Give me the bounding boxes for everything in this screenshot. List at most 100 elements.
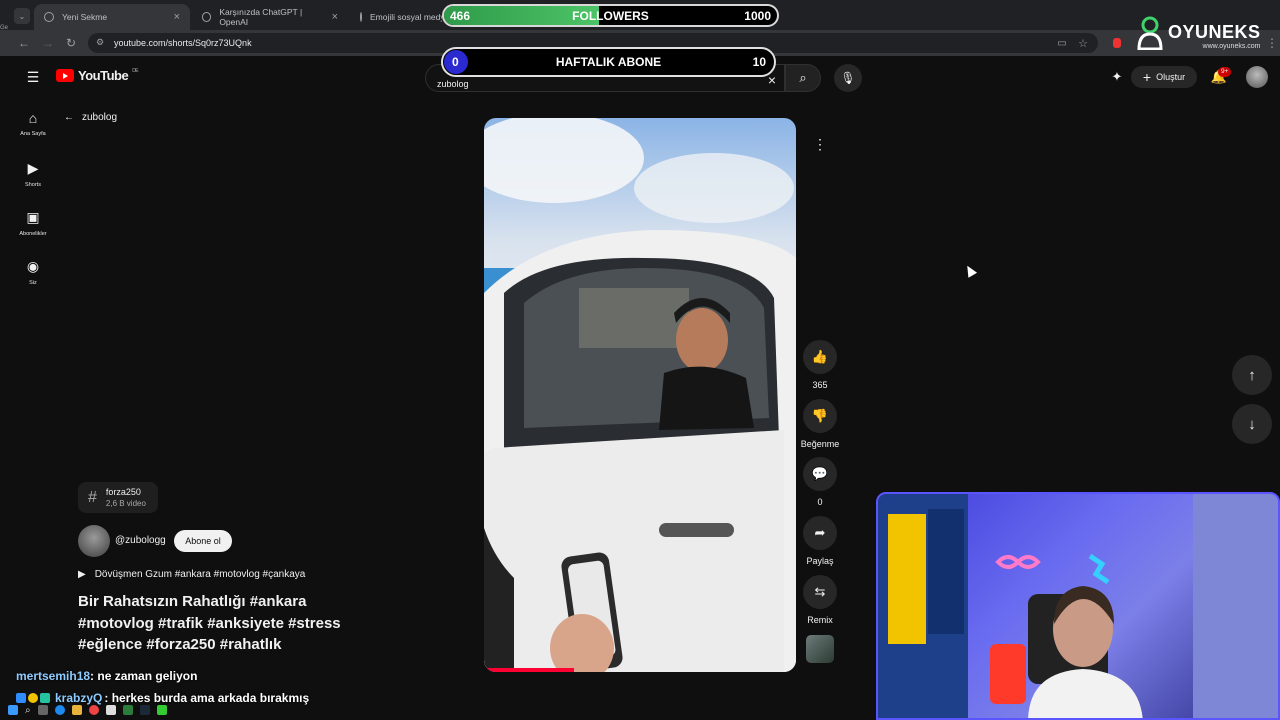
dislike-label: Beğenme [800,439,840,449]
globe-icon [44,12,54,22]
hamburger-menu-icon[interactable]: ☰ [24,68,42,86]
url-text: youtube.com/shorts/Sq0rz73UQnk [114,38,252,48]
oyuneks-logo: OYUNEKS www.oyuneks.com [1136,16,1261,50]
tab-label: Yeni Sekme [62,12,108,22]
youtube-play-icon [56,69,74,82]
plus-icon: + [1142,69,1152,85]
previous-short-button[interactable]: ↑ [1232,355,1272,395]
sidebar-item-home[interactable]: ⌂ Ana Sayfa [8,110,58,137]
search-button[interactable]: ⌕ [785,64,821,92]
sidebar-item-subscriptions[interactable]: ▣ Abonelikler [8,209,58,237]
back-label: zubolog [82,112,118,123]
steam-icon[interactable] [139,705,150,715]
music-row[interactable]: ▶ Dövüşmen Gzum #ankara #motovlog #çanka… [78,569,305,580]
search-icon: ⌕ [799,70,807,85]
browser-menu-icon[interactable]: ⋮ [1266,35,1278,51]
reload-icon[interactable]: ↻ [63,35,79,51]
like-action[interactable]: 👍 365 [796,340,844,390]
sidebar-label: Shorts [25,182,41,188]
app-icon[interactable] [122,705,133,715]
globe-icon [360,12,362,22]
back-to-channel[interactable]: ← zubolog [64,112,117,123]
shorts-icon: ▶ [27,160,39,176]
channel-handle[interactable]: @zubologg [115,535,166,546]
notification-badge: 9+ [1218,67,1232,77]
extension-icon[interactable] [1113,38,1121,48]
tab-search-icon[interactable]: ⌄ [14,8,30,24]
account-icon: ◉ [26,258,40,274]
file-explorer-icon[interactable] [71,705,82,715]
youtube-logo[interactable]: YouTube DE [56,68,139,83]
sidebar-item-you[interactable]: ◉ Siz [8,258,58,286]
hashtag-chip[interactable]: # forza250 2,6 B video [78,482,158,513]
create-button[interactable]: + Oluştur [1131,66,1197,88]
sidebar-item-shorts[interactable]: ▶ Shorts [8,160,58,188]
tab-label: Emojili sosyal medya [370,12,442,22]
remix-icon: ⇆ [803,575,837,609]
microphone-icon: 🎙 [840,71,856,85]
create-label: Oluştur [1156,72,1186,82]
play-icon: ▶ [78,569,86,580]
windows-start-icon[interactable] [8,705,18,715]
hashtag-icon: # [88,488,97,506]
hashtag-count: 2,6 B video [105,499,146,508]
windows-taskbar: ⌕ [0,700,250,720]
like-count: 365 [812,380,828,390]
notepad-icon[interactable] [105,705,116,715]
chat-message: mertsemih18: ne zaman geliyon [16,669,197,683]
task-view-icon[interactable] [37,705,48,715]
tab-emojili[interactable]: Emojili sosyal medya [350,4,442,30]
oyuneks-mascot-icon [1137,16,1163,50]
chrome-icon[interactable] [88,705,99,715]
arrow-left-icon: ← [64,112,74,123]
sound-thumbnail[interactable] [806,635,834,663]
brand-name: OYUNEKS [1168,22,1261,42]
close-icon[interactable]: × [174,11,180,23]
hashtag-name: forza250 [105,487,141,497]
tab-yeni-sekme[interactable]: Yeni Sekme × [34,4,190,30]
voice-search-button[interactable]: 🎙 [834,64,862,92]
arrow-down-icon: ↓ [1248,415,1256,433]
chat-username: mertsemih18 [16,669,91,683]
more-options-icon[interactable]: ⋮ [810,134,830,154]
youtube-wordmark: YouTube [78,68,129,83]
haftalik-label: HAFTALIK ABONE [555,55,662,69]
chat-text: : ne zaman geliyon [90,669,198,683]
weekly-subscriber-goal-bar: 0 HAFTALIK ABONE 10 [441,47,776,77]
next-short-button[interactable]: ↓ [1232,404,1272,444]
subscribe-button[interactable]: Abone ol [174,530,232,552]
sidebar-label: Abonelikler [19,231,47,237]
shorts-video-player[interactable] [484,118,796,672]
channel-avatar[interactable] [78,525,110,557]
brand-site: www.oyuneks.com [1202,43,1261,50]
video-title: Bir Rahatsızın Rahatlığı #ankara #motovl… [78,593,341,653]
home-icon: ⌂ [28,110,38,126]
app-icon[interactable] [156,705,167,715]
bookmark-star-icon[interactable]: ☆ [1076,35,1090,51]
edge-icon[interactable] [54,705,65,715]
thumbs-up-icon: 👍 [803,340,837,374]
close-icon[interactable]: × [332,11,338,23]
tab-label: Karşınızda ChatGPT | OpenAI [219,7,303,27]
back-icon[interactable]: ← [16,35,32,51]
cast-icon[interactable]: ▭ [1055,35,1069,51]
forward-icon[interactable]: → [40,35,56,51]
remix-label: Remix [807,615,833,625]
search-icon[interactable]: ⌕ [25,705,31,716]
site-info-icon[interactable]: ⚙ [96,37,104,48]
tab-chatgpt[interactable]: Karşınızda ChatGPT | OpenAI × [192,4,348,30]
followers-label: FOLLOWERS [572,8,649,23]
followers-goal: 1000 [744,8,771,23]
search-value: zubolog [437,79,469,89]
mouse-cursor [962,263,978,278]
streamer-webcam [876,492,1280,720]
share-arrow-icon: ➦ [803,516,837,550]
avatar[interactable] [1246,66,1268,88]
cast-shorts-icon[interactable]: ✦ [1108,68,1126,86]
remix-action[interactable]: ⇆ Remix [796,575,844,625]
comments-action[interactable]: 💬 0 [796,457,844,507]
share-action[interactable]: ➦ Paylaş [796,516,844,566]
dislike-action[interactable]: 👎 Beğenme [796,399,844,449]
arrow-up-icon: ↑ [1248,366,1256,384]
subscriptions-icon: ▣ [26,209,40,225]
